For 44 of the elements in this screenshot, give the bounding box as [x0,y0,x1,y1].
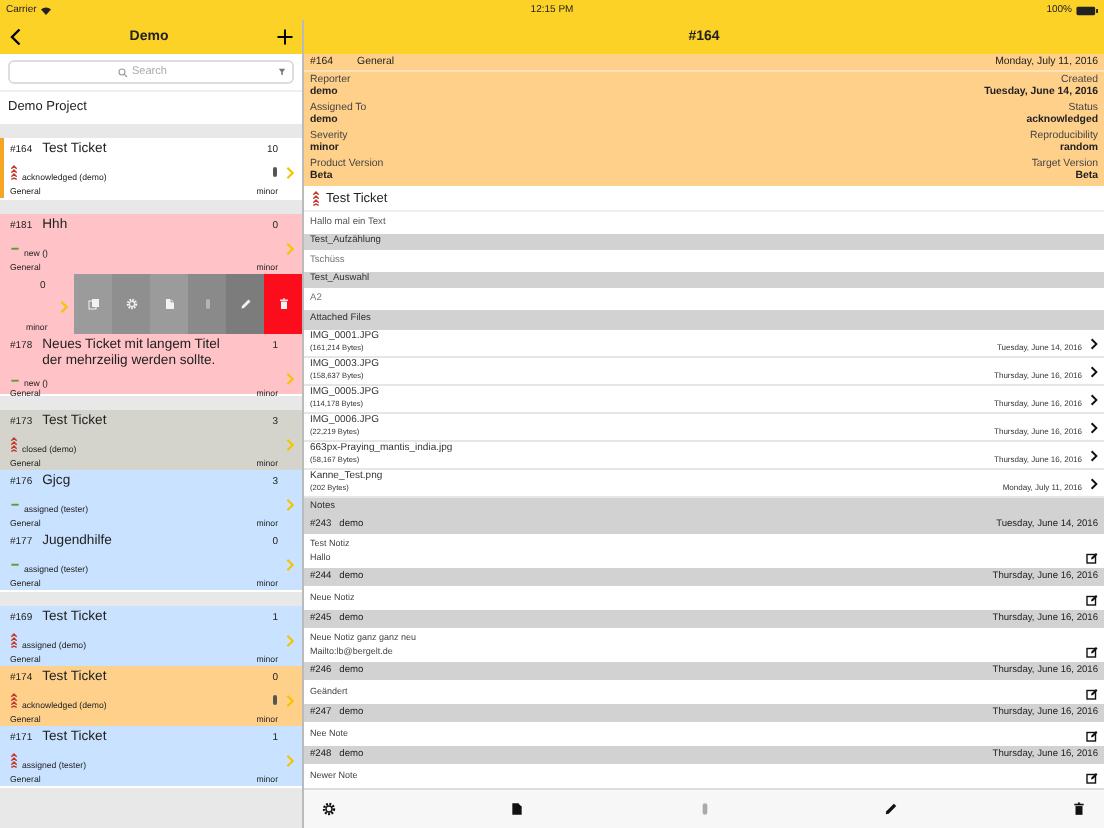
chevron-right-icon [286,497,294,511]
chevron-right-icon [286,437,294,451]
settings-icon [322,802,336,816]
chevron-right-icon [1090,421,1098,433]
copy-icon [87,298,99,310]
wifi-icon [40,5,53,15]
edit-note-icon[interactable] [1086,730,1098,742]
add-button[interactable] [275,28,294,46]
document-button[interactable] [509,802,524,816]
chevron-right-icon [286,241,294,255]
edit-note-icon[interactable] [1086,772,1098,784]
chevron-right-icon [286,557,294,571]
edit-note-icon[interactable] [1086,552,1098,564]
chevron-right-icon [60,300,68,314]
chevron-right-icon [286,372,294,386]
chevron-right-icon [286,693,294,707]
chevron-right-icon [286,633,294,647]
trash-icon [1072,802,1086,816]
edit-note-icon[interactable] [1086,646,1098,658]
settings-button[interactable] [322,802,336,816]
back-button[interactable] [8,28,22,46]
plus-icon [275,28,294,46]
back-icon [8,28,22,46]
edit-note-icon[interactable] [1086,688,1098,700]
delete-action-button[interactable] [264,274,302,334]
pencil-icon [884,802,899,816]
pencil-button[interactable] [884,802,899,816]
chevron-right-icon [1090,393,1098,405]
filter-icon[interactable] [278,68,286,76]
edit-note-icon[interactable] [1086,594,1098,606]
settings-icon [125,298,137,310]
trash-icon [277,298,289,310]
chevron-right-icon [1090,365,1098,377]
chevron-right-icon [286,753,294,767]
document-icon [163,298,175,310]
chevron-right-icon [1090,477,1098,489]
document-icon [509,802,524,816]
search-icon [118,67,128,77]
battery-icon [1076,5,1098,15]
trash-button[interactable] [1072,802,1086,816]
chevron-right-icon [286,165,294,179]
pencil-icon [239,298,251,310]
chevron-right-icon [1090,337,1098,349]
chevron-right-icon [1090,449,1098,461]
